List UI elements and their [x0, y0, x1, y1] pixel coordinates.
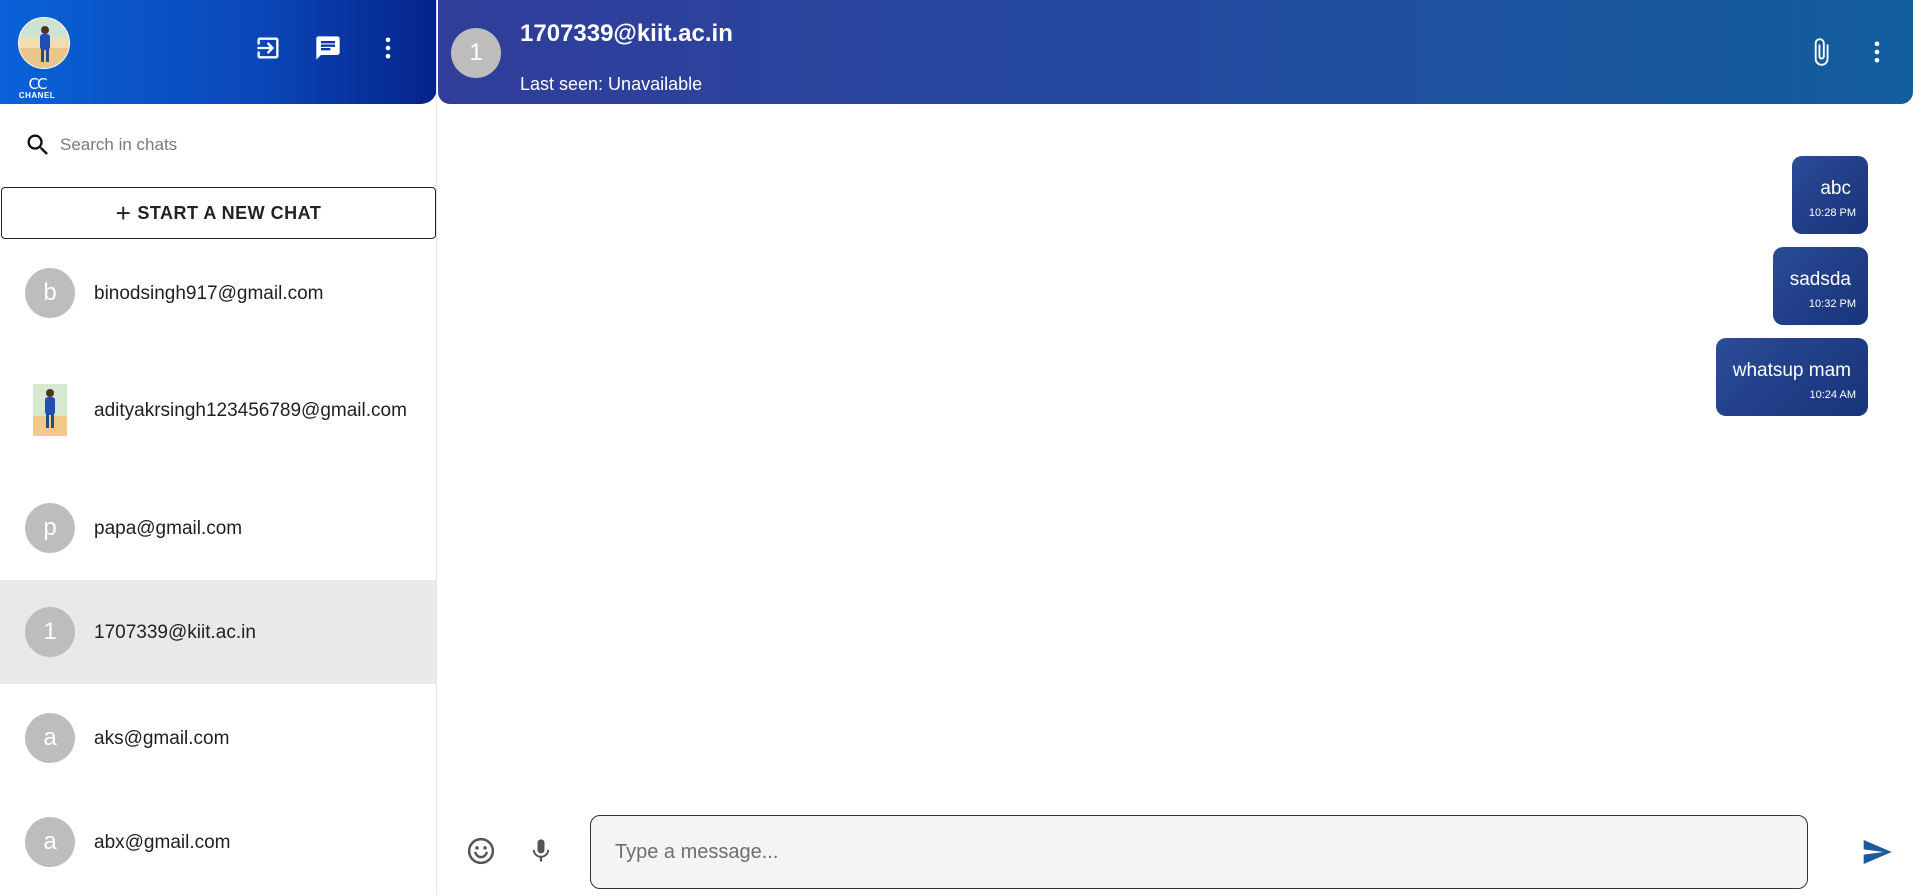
- chat-name: binodsingh917@gmail.com: [94, 282, 324, 304]
- search-bar: [0, 104, 436, 186]
- search-input[interactable]: [60, 135, 420, 155]
- chat-avatar: a: [25, 713, 75, 763]
- brand-word: CHANEL: [18, 91, 56, 100]
- send-button[interactable]: [1859, 834, 1895, 870]
- sidebar-more-button[interactable]: [370, 30, 406, 66]
- more-vert-icon: [385, 37, 391, 59]
- plus-icon: +: [115, 198, 132, 228]
- message-bubble[interactable]: whatsup mam 10:24 AM: [1715, 338, 1868, 416]
- chat-avatar: p: [25, 503, 75, 553]
- logout-button[interactable]: [250, 30, 286, 66]
- message-bubble[interactable]: sadsda 10:32 PM: [1772, 247, 1868, 325]
- chat-item[interactable]: a aks@gmail.com: [0, 686, 436, 790]
- chat-panel: 1 1707339@kiit.ac.in Last seen: Unavaila…: [438, 0, 1913, 895]
- chat-app: CC CHANEL Search in chats + START A NEW …: [0, 0, 1913, 895]
- message-text: abc: [1820, 178, 1851, 199]
- chat-avatar: b: [25, 268, 75, 318]
- contact-avatar[interactable]: 1: [451, 28, 501, 78]
- emoji-button[interactable]: [464, 834, 498, 868]
- attach-button[interactable]: [1803, 34, 1839, 70]
- sidebar: CC CHANEL Search in chats + START A NEW …: [0, 0, 437, 895]
- search-icon: [27, 134, 48, 155]
- chat-item[interactable]: a abx@gmail.com: [0, 790, 436, 894]
- chat-item[interactable]: adityakrsingh123456789@gmail.com: [0, 358, 436, 462]
- chat-name: adityakrsingh123456789@gmail.com: [94, 399, 407, 421]
- chat-item[interactable]: p papa@gmail.com: [0, 476, 436, 580]
- sidebar-header: CC CHANEL: [0, 0, 436, 104]
- message-time: 10:24 AM: [1809, 389, 1856, 401]
- user-photo: [33, 384, 67, 436]
- chat-avatar: [25, 384, 75, 436]
- chat-header: 1 1707339@kiit.ac.in Last seen: Unavaila…: [438, 0, 1913, 104]
- brand-mark: CC: [28, 75, 48, 93]
- chat-name: abx@gmail.com: [94, 831, 231, 853]
- new-chat-icon-button[interactable]: [310, 30, 346, 66]
- chat-name: aks@gmail.com: [94, 727, 230, 749]
- contact-name: 1707339@kiit.ac.in: [520, 20, 733, 47]
- logout-icon: [257, 37, 279, 59]
- chat-item-active[interactable]: 1 1707339@kiit.ac.in: [0, 580, 436, 684]
- paperclip-icon: [1814, 38, 1829, 66]
- mic-icon: [532, 839, 550, 862]
- chat-avatar: a: [25, 817, 75, 867]
- message-input[interactable]: [590, 815, 1808, 889]
- start-new-chat-button[interactable]: + START A NEW CHAT: [1, 187, 436, 239]
- message-text: whatsup mam: [1732, 360, 1851, 381]
- chat-name: papa@gmail.com: [94, 517, 243, 539]
- send-icon: [1863, 840, 1892, 864]
- chat-icon: [316, 36, 340, 60]
- message-time: 10:32 PM: [1808, 298, 1856, 310]
- message-text: sadsda: [1789, 269, 1851, 290]
- chat-item[interactable]: b binodsingh917@gmail.com: [0, 241, 436, 345]
- brand-logo: CC CHANEL: [16, 75, 58, 101]
- start-new-chat-label: START A NEW CHAT: [137, 202, 322, 223]
- emoji-icon: [467, 837, 495, 865]
- last-seen-status: Last seen: Unavailable: [520, 74, 703, 94]
- message-time: 10:28 PM: [1808, 207, 1856, 219]
- chat-name: 1707339@kiit.ac.in: [94, 621, 256, 643]
- my-avatar[interactable]: [18, 17, 70, 69]
- chat-avatar: 1: [25, 607, 75, 657]
- more-vert-icon: [1874, 41, 1880, 63]
- mic-button[interactable]: [524, 834, 558, 868]
- chat-more-button[interactable]: [1859, 34, 1895, 70]
- message-bubble[interactable]: abc 10:28 PM: [1791, 156, 1868, 234]
